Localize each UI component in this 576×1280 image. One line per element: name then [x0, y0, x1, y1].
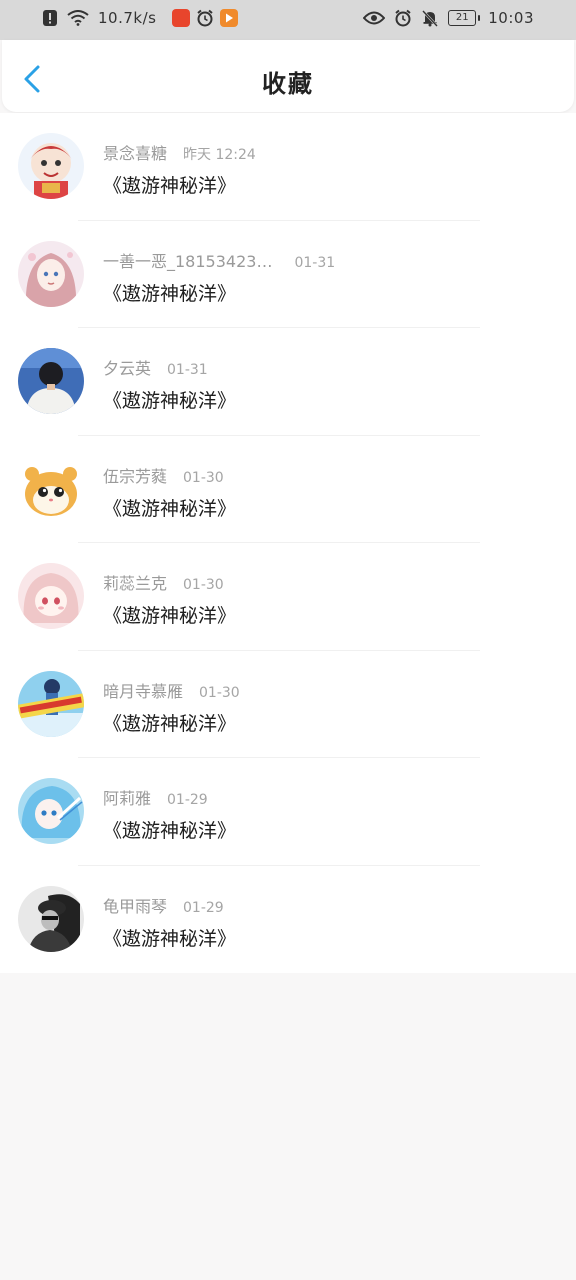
- list-item[interactable]: 景念喜糖 昨天 12:24 《遨游神秘洋》: [0, 113, 576, 221]
- item-meta: 伍宗芳蕤 01-30: [103, 463, 224, 487]
- user-name: 夕云英: [103, 359, 152, 378]
- avatar[interactable]: [18, 348, 84, 414]
- item-meta: 夕云英 01-31: [103, 355, 208, 379]
- clock: 10:03: [488, 9, 534, 27]
- video-app-icon: [220, 9, 239, 27]
- top-bar: 收藏: [2, 40, 574, 112]
- user-name: 景念喜糖: [103, 144, 168, 163]
- timestamp: 01-29: [167, 792, 208, 808]
- alarm-icon: [196, 9, 214, 27]
- wifi-icon: [67, 10, 89, 26]
- user-name: 一善一恶_18153423…: [103, 251, 273, 271]
- user-name: 伍宗芳蕤: [103, 466, 168, 486]
- item-message: 《遨游神秘洋》: [103, 390, 237, 412]
- item-message: 《遨游神秘洋》: [103, 927, 237, 950]
- item-message: 《遨游神秘洋》: [103, 820, 237, 842]
- list-item[interactable]: 伍宗芳蕤 01-30 《遨游神秘洋》: [0, 436, 576, 543]
- avatar[interactable]: [18, 563, 84, 629]
- user-name: 暗月寺慕雁: [103, 681, 184, 701]
- avatar[interactable]: [18, 133, 84, 199]
- timestamp: 01-30: [183, 577, 224, 593]
- item-meta: 阿莉雅 01-29: [103, 785, 208, 809]
- avatar[interactable]: [18, 885, 84, 952]
- item-meta: 暗月寺慕雁 01-30: [103, 678, 240, 702]
- favorites-list: 景念喜糖 昨天 12:24 《遨游神秘洋》 一善一恶_18153423… 01-31…: [0, 113, 576, 973]
- shop-app-icon: [172, 9, 191, 27]
- user-name: 莉蕊兰克: [103, 574, 168, 593]
- list-item[interactable]: 暗月寺慕雁 01-30 《遨游神秘洋》: [0, 651, 576, 758]
- avatar[interactable]: [18, 778, 84, 844]
- list-item[interactable]: 夕云英 01-31 《遨游神秘洋》: [0, 328, 576, 436]
- item-meta: 莉蕊兰克 01-30: [103, 570, 224, 594]
- mute-bell-icon: [421, 9, 439, 27]
- timestamp: 01-31: [167, 362, 208, 378]
- item-message: 《遨游神秘洋》: [103, 712, 237, 735]
- avatar[interactable]: [18, 240, 84, 307]
- user-name: 龟甲雨琴: [103, 896, 168, 916]
- item-meta: 一善一恶_18153423… 01-31: [103, 248, 335, 272]
- timestamp: 01-30: [199, 684, 240, 701]
- page-title: 收藏: [262, 70, 314, 98]
- avatar[interactable]: [18, 670, 84, 737]
- item-message: 《遨游神秘洋》: [103, 175, 237, 197]
- avatar[interactable]: [18, 455, 84, 522]
- item-meta: 龟甲雨琴 01-29: [103, 893, 224, 917]
- status-bar: 10.7k/s 21 10:03: [0, 0, 576, 40]
- item-meta: 景念喜糖 昨天 12:24: [103, 140, 256, 164]
- timestamp: 01-31: [294, 254, 336, 271]
- item-message: 《遨游神秘洋》: [103, 282, 237, 305]
- user-name: 阿莉雅: [103, 789, 152, 808]
- item-message: 《遨游神秘洋》: [103, 605, 237, 627]
- list-item[interactable]: 龟甲雨琴 01-29 《遨游神秘洋》: [0, 866, 576, 974]
- list-item[interactable]: 一善一恶_18153423… 01-31 《遨游神秘洋》: [0, 221, 576, 328]
- timestamp: 01-30: [183, 469, 224, 486]
- battery-indicator: 21: [448, 10, 481, 26]
- alarm-icon: [394, 9, 412, 27]
- network-speed: 10.7k/s: [98, 9, 157, 27]
- item-message: 《遨游神秘洋》: [103, 497, 237, 520]
- timestamp: 昨天 12:24: [183, 147, 256, 163]
- timestamp: 01-29: [183, 899, 224, 916]
- list-item[interactable]: 阿莉雅 01-29 《遨游神秘洋》: [0, 758, 576, 866]
- alert-icon: [42, 9, 58, 27]
- eye-icon: [363, 11, 386, 25]
- list-item[interactable]: 莉蕊兰克 01-30 《遨游神秘洋》: [0, 543, 576, 651]
